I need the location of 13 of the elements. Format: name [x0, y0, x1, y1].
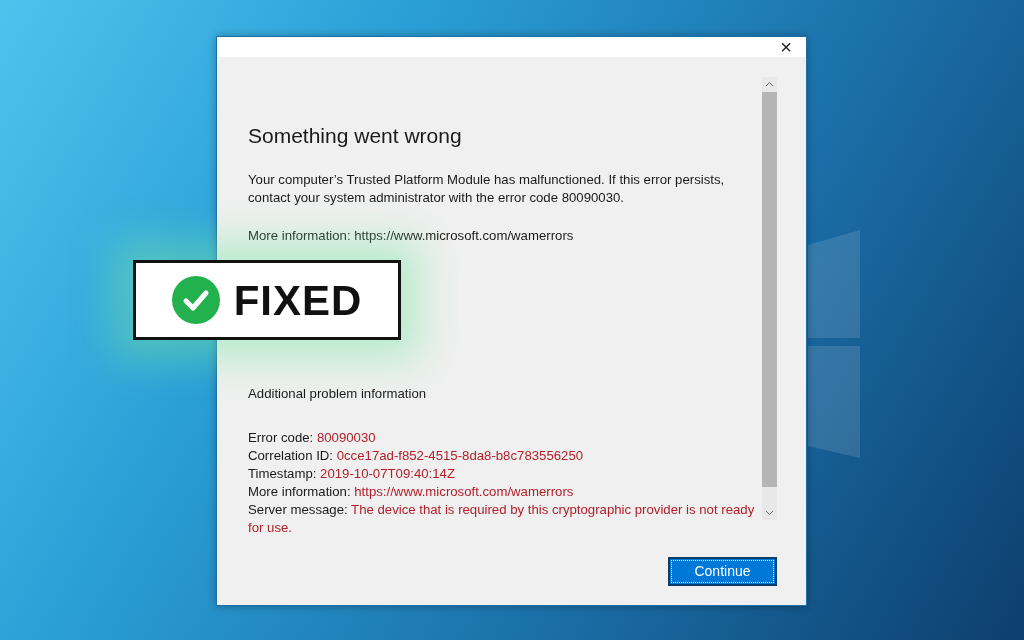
section-heading: Additional problem information	[248, 385, 428, 403]
detail-line: More information: https://www.microsoft.com/wamerrors	[248, 483, 575, 501]
more-info-text: More information: https://www.microsoft.com/wamerrors	[248, 227, 575, 245]
check-icon	[171, 276, 220, 324]
error-message: Your computer’s Trusted Platform Module has malfunctioned. If this error persists, contact your system administrator with the error code 80090030.	[248, 171, 726, 207]
dialog-heading: Something went wrong	[248, 123, 463, 149]
detail-line: Correlation ID: 0cce17ad-f852-4515-8da8-b8c783556250	[248, 447, 585, 465]
badge-label: FIXED	[233, 275, 363, 326]
close-button[interactable]: ×	[776, 37, 796, 57]
continue-button[interactable]: Continue	[668, 557, 777, 586]
detail-line: Error code: 80090030	[248, 429, 377, 447]
detail-line: Server message: The device that is required by this cryptographic provider is not ready for use.	[248, 501, 756, 537]
detail-line: Timestamp: 2019-10-07T09:40:14Z	[248, 465, 456, 483]
